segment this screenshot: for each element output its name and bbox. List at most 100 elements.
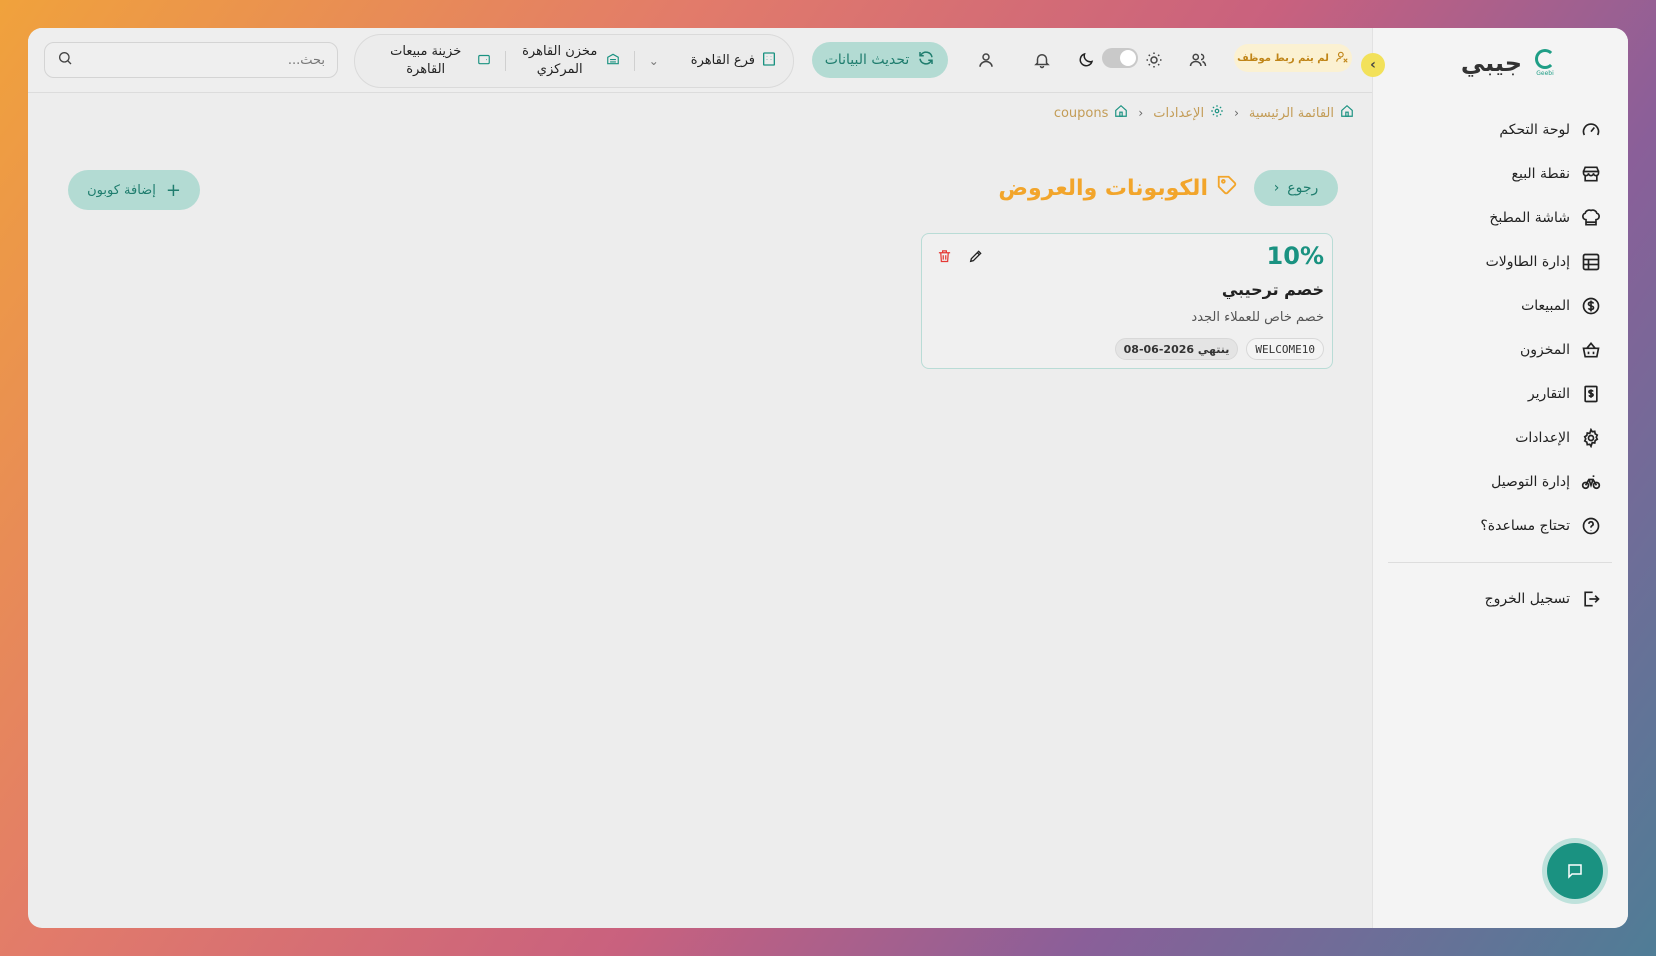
coupon-name: خصم ترحيبي bbox=[1221, 280, 1324, 299]
branch-label: فرع القاهرة bbox=[690, 53, 755, 68]
help-circle-icon bbox=[1580, 515, 1602, 537]
user-link-icon bbox=[1335, 50, 1349, 67]
divider bbox=[633, 51, 635, 71]
sun-icon[interactable] bbox=[1144, 50, 1164, 70]
brand: Geebi جيبي bbox=[1461, 48, 1558, 78]
coupon-code: WELCOME10 bbox=[1246, 338, 1324, 360]
warehouse-info: مخزن القاهرة المركزي bbox=[520, 43, 620, 79]
brand-logo: Geebi bbox=[1532, 48, 1558, 78]
home-icon bbox=[1340, 104, 1354, 122]
chat-icon bbox=[1547, 843, 1603, 899]
plus-icon: + bbox=[165, 179, 181, 201]
theme-toggle[interactable] bbox=[1102, 48, 1138, 68]
sidebar-item-pos[interactable]: نقطة البيع bbox=[1372, 152, 1628, 196]
context-selector: فرع القاهرة ⌄ مخزن القاهرة المركزي خزينة… bbox=[354, 34, 794, 88]
branch-selector[interactable]: فرع القاهرة ⌄ bbox=[649, 51, 777, 71]
sidebar-item-tables[interactable]: إدارة الطاولات bbox=[1372, 240, 1628, 284]
coupon-tags: WELCOME10 ينتهي 2026-06-08 bbox=[1114, 338, 1324, 360]
sidebar-item-label: إدارة الطاولات bbox=[1485, 254, 1570, 270]
chevron-left-icon: ‹ bbox=[1138, 106, 1144, 120]
chevron-left-icon: ‹ bbox=[1273, 180, 1280, 196]
sidebar: ‹ Geebi جيبي لوحة التحكم نقطة البيع شاشة… bbox=[1361, 28, 1628, 928]
coupon-expiry: ينتهي 2026-06-08 bbox=[1114, 338, 1239, 360]
logout-icon bbox=[1580, 588, 1602, 610]
moon-icon[interactable] bbox=[1076, 50, 1096, 70]
sidebar-item-label: التقارير bbox=[1527, 386, 1570, 402]
home-icon bbox=[1114, 104, 1128, 122]
app-window: فرع القاهرة ⌄ مخزن القاهرة المركزي خزينة… bbox=[28, 28, 1628, 928]
sidebar-item-delivery[interactable]: إدارة التوصيل bbox=[1372, 460, 1628, 504]
bell-icon[interactable] bbox=[1032, 50, 1052, 70]
chat-button[interactable] bbox=[1542, 838, 1608, 904]
sidebar-item-settings[interactable]: الإعدادات bbox=[1372, 416, 1628, 460]
search-box[interactable] bbox=[44, 42, 338, 78]
dollar-circle-icon bbox=[1580, 295, 1602, 317]
warehouse-label: مخزن القاهرة المركزي bbox=[522, 44, 598, 77]
sidebar-item-label: الإعدادات bbox=[1515, 430, 1570, 446]
user-icon[interactable] bbox=[976, 50, 996, 70]
basket-icon bbox=[1580, 339, 1602, 361]
refresh-label: تحديث البيانات bbox=[824, 52, 910, 68]
page-header: رجوع ‹ الكوبونات والعروض bbox=[998, 170, 1338, 206]
logo-text: Geebi bbox=[1536, 70, 1554, 77]
sidebar-item-kitchen[interactable]: شاشة المطبخ bbox=[1372, 196, 1628, 240]
refresh-data-button[interactable]: تحديث البيانات bbox=[812, 42, 948, 78]
sidebar-item-label: إدارة التوصيل bbox=[1491, 474, 1570, 490]
toggle-knob bbox=[1120, 50, 1136, 66]
receipt-icon bbox=[1580, 383, 1602, 405]
edit-icon[interactable] bbox=[966, 246, 986, 266]
gauge-icon bbox=[1580, 119, 1602, 141]
sidebar-item-sales[interactable]: المبيعات bbox=[1372, 284, 1628, 328]
table-icon bbox=[1580, 251, 1602, 273]
add-coupon-button[interactable]: + إضافة كوبون bbox=[68, 170, 200, 210]
wallet-icon bbox=[477, 52, 491, 70]
users-icon[interactable] bbox=[1188, 50, 1208, 70]
tag-icon bbox=[1216, 174, 1238, 202]
breadcrumb-settings[interactable]: الإعدادات bbox=[1153, 106, 1204, 121]
coupon-description: خصم خاص للعملاء الجدد bbox=[1191, 310, 1324, 325]
breadcrumb-home[interactable]: القائمة الرئيسية bbox=[1249, 106, 1334, 121]
chevron-left-icon: ‹ bbox=[1234, 106, 1239, 120]
chef-hat-icon bbox=[1580, 207, 1602, 229]
sidebar-divider bbox=[1388, 562, 1612, 563]
warehouse-icon bbox=[606, 52, 620, 70]
sidebar-item-label: المخزون bbox=[1519, 342, 1570, 358]
store-icon bbox=[1580, 163, 1602, 185]
sidebar-nav: لوحة التحكم نقطة البيع شاشة المطبخ إدارة… bbox=[1372, 108, 1628, 621]
sidebar-item-label: المبيعات bbox=[1521, 298, 1570, 314]
back-label: رجوع bbox=[1287, 180, 1319, 196]
sidebar-item-label: لوحة التحكم bbox=[1499, 122, 1570, 138]
sidebar-item-label: نقطة البيع bbox=[1511, 166, 1570, 182]
search-input[interactable] bbox=[73, 52, 325, 68]
sidebar-item-dashboard[interactable]: لوحة التحكم bbox=[1372, 108, 1628, 152]
page-title-text: الكوبونات والعروض bbox=[998, 175, 1208, 201]
trash-icon[interactable] bbox=[934, 246, 954, 266]
sidebar-item-label: تحتاج مساعدة؟ bbox=[1480, 518, 1570, 534]
coupon-discount: 10% bbox=[1266, 242, 1324, 270]
coupon-card: 10% خصم ترحيبي خصم خاص للعملاء الجدد WEL… bbox=[921, 233, 1333, 369]
logout-button[interactable]: تسجيل الخروج bbox=[1372, 577, 1628, 621]
divider bbox=[504, 51, 506, 71]
logo-mark bbox=[1535, 49, 1555, 69]
chevron-left-icon[interactable]: ‹ bbox=[1361, 53, 1385, 77]
employee-badge-label: لم يتم ربط موظف bbox=[1237, 52, 1329, 64]
refresh-icon bbox=[917, 49, 935, 71]
sidebar-item-help[interactable]: تحتاج مساعدة؟ bbox=[1372, 504, 1628, 548]
breadcrumb: القائمة الرئيسية ‹ الإعدادات ‹ coupons bbox=[1054, 104, 1354, 122]
add-coupon-label: إضافة كوبون bbox=[87, 182, 156, 198]
bicycle-icon bbox=[1580, 471, 1602, 493]
sidebar-item-inventory[interactable]: المخزون bbox=[1372, 328, 1628, 372]
gear-icon bbox=[1210, 104, 1224, 122]
gear-icon bbox=[1580, 427, 1602, 449]
brand-name: جيبي bbox=[1460, 49, 1522, 77]
logout-label: تسجيل الخروج bbox=[1484, 591, 1570, 607]
back-button[interactable]: رجوع ‹ bbox=[1254, 170, 1338, 206]
search-icon bbox=[57, 50, 73, 70]
top-bar: فرع القاهرة ⌄ مخزن القاهرة المركزي خزينة… bbox=[28, 28, 1372, 93]
employee-status-badge[interactable]: لم يتم ربط موظف bbox=[1234, 44, 1352, 72]
breadcrumb-current: coupons bbox=[1053, 105, 1109, 121]
cashbox-info: خزينة مبيعات القاهرة bbox=[381, 43, 491, 79]
cashbox-label: خزينة مبيعات القاهرة bbox=[390, 44, 462, 77]
chevron-down-icon[interactable]: ⌄ bbox=[649, 54, 659, 68]
sidebar-item-reports[interactable]: التقارير bbox=[1372, 372, 1628, 416]
